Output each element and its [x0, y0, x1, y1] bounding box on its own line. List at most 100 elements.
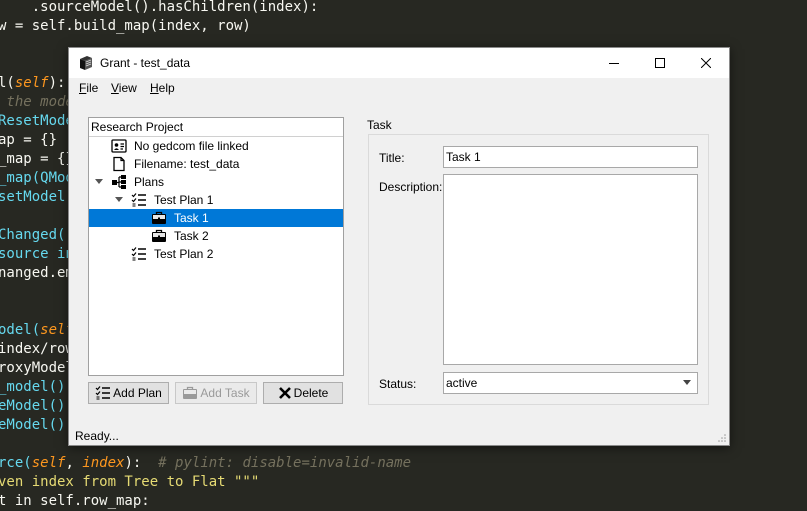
status-bar: Ready... [69, 425, 729, 445]
tree-item-gedcom[interactable]: No gedcom file linked [89, 137, 343, 155]
code-token: odel( [0, 322, 41, 338]
code-token: roxyModel [0, 360, 74, 376]
code-line: _model() [0, 378, 65, 397]
code-line: eModel(). [0, 397, 74, 416]
title-bar[interactable]: Grant - test_data [69, 48, 729, 78]
code-token: _map(QMod [0, 170, 74, 186]
tree-item-label: Task 1 [174, 211, 209, 225]
code-line: source in [0, 245, 74, 264]
status-label: Status: [379, 377, 417, 391]
title-label: Title: [379, 151, 405, 165]
code-line: ap = {} [0, 131, 57, 150]
briefcase-icon [183, 386, 198, 399]
code-token: setModel( [0, 189, 74, 205]
chevron-down-icon [683, 380, 691, 385]
code-line: Changed(. [0, 226, 74, 245]
briefcase-icon [152, 229, 166, 242]
add-plan-button[interactable]: Add Plan [88, 382, 169, 404]
maximize-button[interactable] [637, 48, 683, 78]
code-token: nanged.em [0, 265, 74, 281]
code-token: self [14, 75, 49, 91]
window-title: Grant - test_data [100, 56, 191, 70]
code-token: ): [124, 455, 159, 471]
code-token: t in self.row_map: [0, 493, 150, 509]
expand-arrow-icon[interactable] [115, 196, 123, 204]
menu-help[interactable]: Help [150, 81, 175, 95]
code-token: ): [48, 75, 66, 91]
tree-item-label: Plans [134, 175, 165, 189]
checklist-icon [95, 386, 111, 400]
x-icon [278, 387, 291, 399]
status-value: active [446, 376, 478, 390]
description-field[interactable] [443, 174, 698, 365]
expand-arrow-icon[interactable] [95, 178, 103, 186]
add-plan-label: Add Plan [113, 386, 162, 400]
description-label: Description: [379, 180, 443, 194]
add-task-button[interactable]: Add Task [175, 382, 257, 404]
tree-item-label: Test Plan 2 [154, 247, 214, 261]
close-icon [701, 58, 711, 68]
code-line: rce(self, index): # pylint: disable=inva… [0, 454, 411, 473]
status-text: Ready... [75, 429, 119, 443]
status-select[interactable]: active [443, 372, 698, 394]
tree-item-label: Task 2 [174, 229, 209, 243]
code-line: w = self.build_map(index, row) [0, 17, 251, 36]
code-line: eModel(). [0, 416, 74, 435]
checklist-icon [131, 193, 146, 207]
tree-item-test-plan-1[interactable]: Test Plan 1 [89, 191, 343, 209]
tree-item-label: No gedcom file linked [134, 139, 249, 153]
code-token: eModel(). [0, 398, 74, 414]
tree-item-test-plan-2[interactable]: Test Plan 2 [89, 245, 343, 263]
tree-header-label: Research Project [91, 120, 184, 134]
code-line: .sourceModel().hasChildren(index): [0, 0, 319, 17]
code-line: nanged.em [0, 264, 74, 283]
code-line: index/row [0, 340, 74, 359]
app-window: Grant - test_data File View Help Researc… [68, 47, 730, 446]
code-token: ven index from Tree to Flat """ [0, 474, 260, 490]
task-group-title: Task [367, 118, 392, 132]
delete-button[interactable]: Delete [263, 382, 343, 404]
code-token: _map = {} [0, 151, 74, 167]
code-token: index/row [0, 341, 74, 357]
code-token: , [65, 455, 83, 471]
add-task-label: Add Task [200, 386, 250, 400]
resize-grip-icon[interactable] [717, 433, 727, 443]
checklist-icon [131, 247, 146, 261]
tree-item-label: Test Plan 1 [154, 193, 214, 207]
book-icon [80, 56, 92, 70]
code-line: odel(self [0, 321, 74, 340]
code-token: w = self.build_map(index, row) [0, 18, 251, 34]
code-line: roxyModel [0, 359, 74, 378]
code-token: # pylint: disable=invalid-name [158, 455, 412, 471]
menu-file[interactable]: File [79, 81, 98, 95]
tree-item-filename[interactable]: Filename: test_data [89, 155, 343, 173]
project-tree[interactable]: Research Project No gedcom file linked F… [88, 117, 344, 376]
id-card-icon [111, 139, 127, 153]
code-line: _map = {} [0, 150, 74, 169]
title-field[interactable]: Task 1 [443, 146, 698, 168]
tree-header[interactable]: Research Project [89, 118, 343, 137]
menu-bar: File View Help [69, 78, 729, 98]
sitemap-icon [112, 175, 126, 189]
tree-item-plans[interactable]: Plans [89, 173, 343, 191]
code-token: eModel(). [0, 417, 74, 433]
code-token: l( [0, 75, 15, 91]
delete-label: Delete [293, 386, 329, 400]
tree-item-task-2[interactable]: Task 2 [89, 227, 343, 245]
code-token: _model() [0, 379, 66, 395]
close-button[interactable] [683, 48, 729, 78]
tree-item-task-1[interactable]: Task 1 [89, 209, 343, 227]
menu-view[interactable]: View [111, 81, 137, 95]
code-line: t in self.row_map: [0, 492, 150, 511]
code-line: l(self): [0, 74, 65, 93]
code-token: ap = {} [0, 132, 58, 148]
code-line: _map(QMod [0, 169, 74, 188]
minimize-button[interactable] [591, 48, 637, 78]
code-token: source in [0, 246, 74, 262]
file-icon [113, 156, 125, 172]
minimize-icon [609, 63, 619, 64]
code-line: ven index from Tree to Flat """ [0, 473, 259, 492]
tree-item-label: Filename: test_data [134, 157, 240, 171]
code-token: rce( [0, 455, 32, 471]
